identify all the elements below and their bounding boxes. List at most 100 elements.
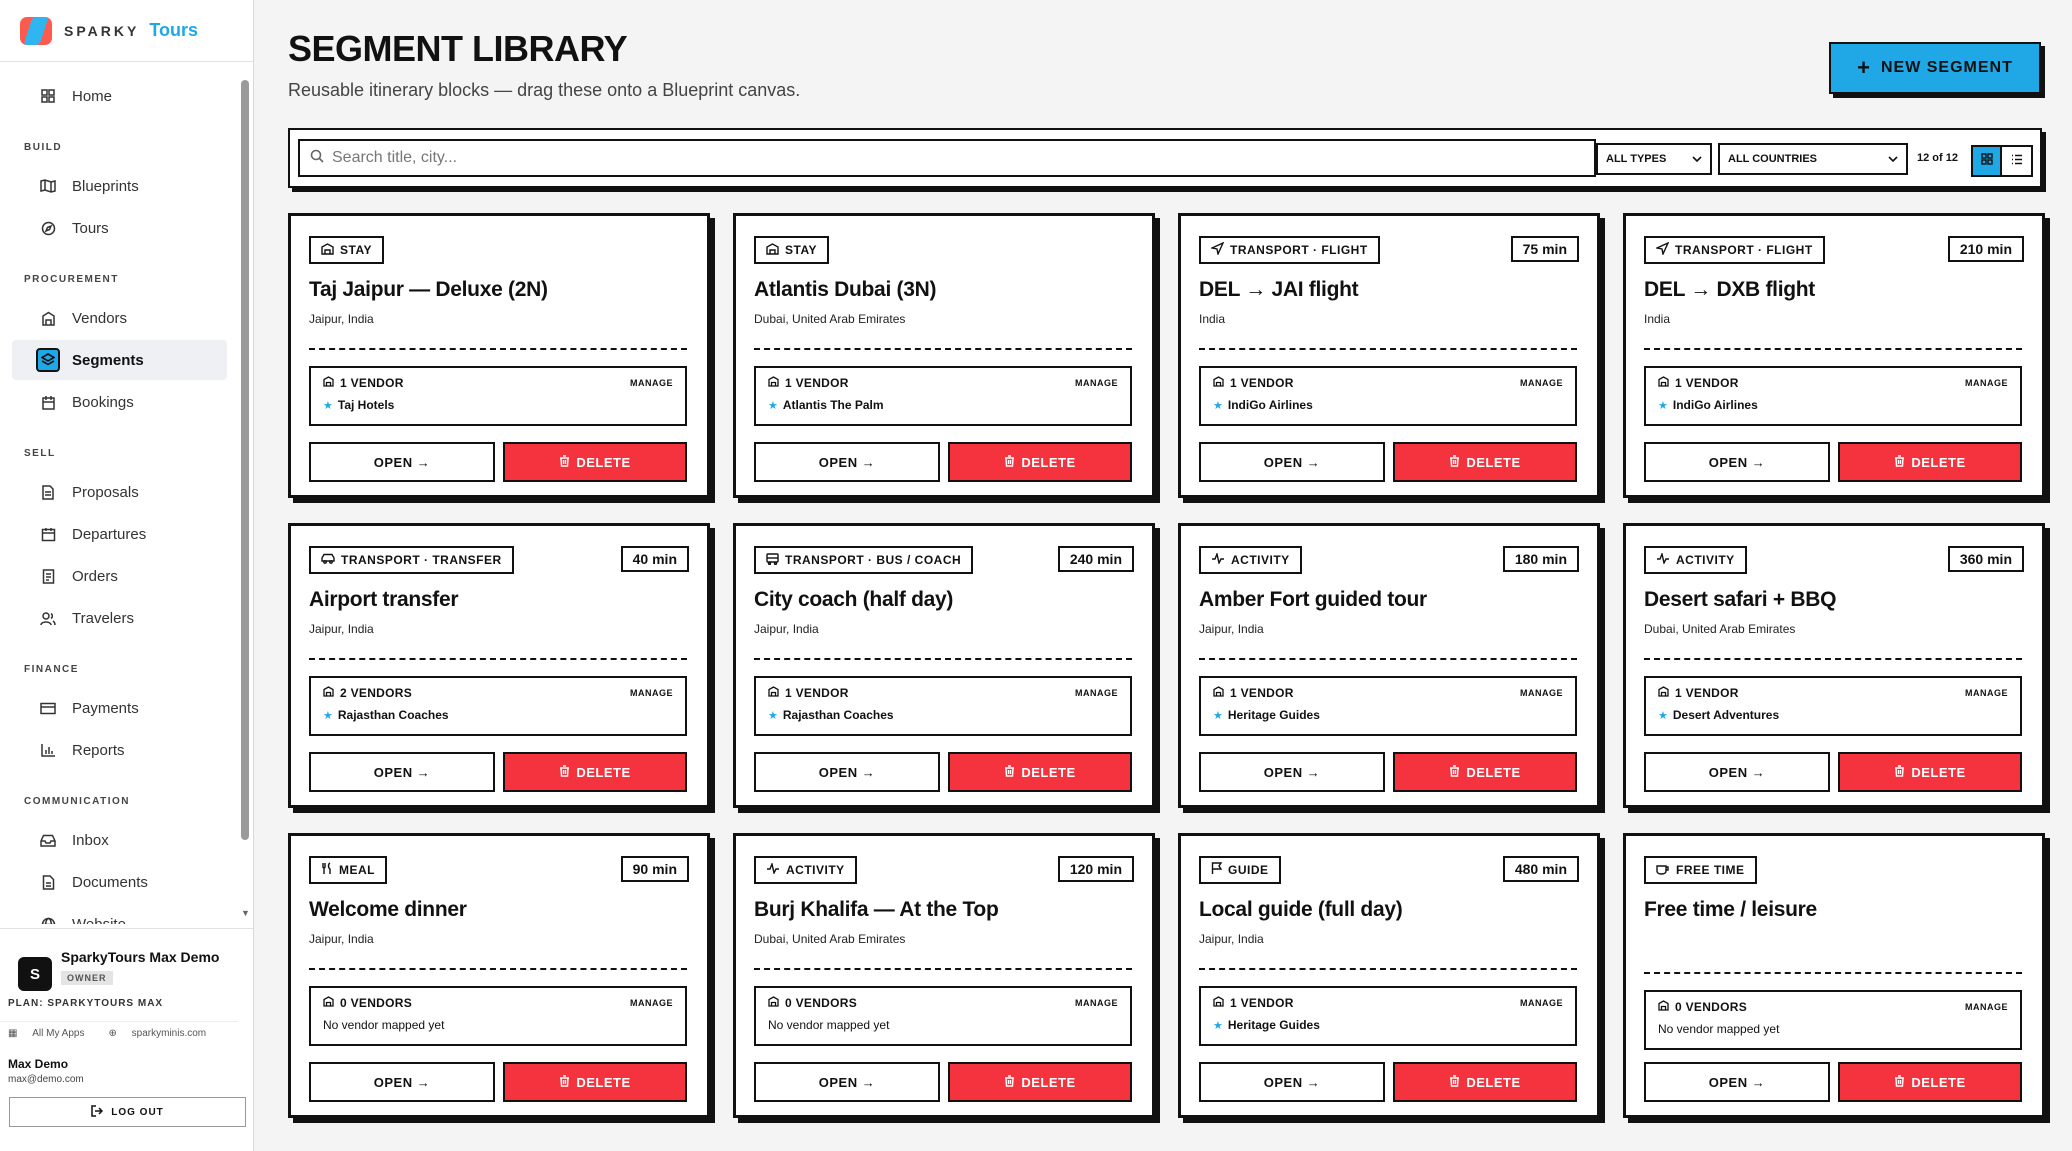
segment-card[interactable]: TRANSPORT · FLIGHT 210 min DEL → DXB fligh… bbox=[1623, 213, 2045, 498]
sidebar-item-documents[interactable]: Documents bbox=[12, 862, 227, 902]
open-button[interactable]: OPEN → bbox=[754, 442, 940, 482]
divider bbox=[1199, 658, 1577, 660]
delete-button[interactable]: DELETE bbox=[1838, 752, 2022, 792]
country-select[interactable]: ALL COUNTRIES bbox=[1718, 143, 1908, 175]
logout-icon bbox=[91, 1104, 104, 1120]
segment-card[interactable]: GUIDE 480 min Local guide (full day) Jaipur… bbox=[1178, 833, 1600, 1118]
segment-card[interactable]: ACTIVITY 360 min Desert safari + BBQ Dubai,… bbox=[1623, 523, 2045, 808]
segment-card[interactable]: STAY Atlantis Dubai (3N) Dubai, United Ara… bbox=[733, 213, 1155, 498]
segment-card[interactable]: STAY Taj Jaipur — Deluxe (2N) Jaipur, Indi… bbox=[288, 213, 710, 498]
globe-icon: ⊕ bbox=[108, 1028, 120, 1039]
open-button[interactable]: OPEN → bbox=[1644, 442, 1830, 482]
open-button[interactable]: OPEN → bbox=[309, 752, 495, 792]
open-button[interactable]: OPEN → bbox=[1644, 752, 1830, 792]
sidebar-item-website[interactable]: Website bbox=[12, 904, 227, 924]
new-segment-button[interactable]: + NEW SEGMENT bbox=[1829, 42, 2041, 94]
open-button[interactable]: OPEN → bbox=[1644, 1062, 1830, 1102]
open-button[interactable]: OPEN → bbox=[754, 752, 940, 792]
sidebar-item-bookings[interactable]: Bookings bbox=[12, 382, 227, 422]
workspace-name: SparkyTours Max Demo bbox=[61, 949, 220, 965]
grid-view-button[interactable] bbox=[1973, 147, 2002, 175]
duration-badge: 75 min bbox=[1510, 236, 1579, 262]
sidebar-scrollbar[interactable] bbox=[241, 80, 249, 840]
scroll-down-icon[interactable]: ▼ bbox=[241, 908, 250, 918]
delete-button[interactable]: DELETE bbox=[948, 752, 1132, 792]
workspace-switcher[interactable]: S SparkyTours Max Demo OWNER bbox=[0, 928, 253, 1008]
sidebar-item-payments[interactable]: Payments bbox=[12, 688, 227, 728]
manage-vendors-link[interactable]: MANAGE bbox=[1965, 1002, 2008, 1012]
open-button[interactable]: OPEN → bbox=[1199, 442, 1385, 482]
manage-vendors-link[interactable]: MANAGE bbox=[1520, 998, 1563, 1008]
delete-button[interactable]: DELETE bbox=[503, 1062, 687, 1102]
sidebar-item-blueprints[interactable]: Blueprints bbox=[12, 166, 227, 206]
manage-vendors-link[interactable]: MANAGE bbox=[1965, 378, 2008, 388]
open-button[interactable]: OPEN → bbox=[1199, 1062, 1385, 1102]
delete-button[interactable]: DELETE bbox=[948, 1062, 1132, 1102]
delete-button[interactable]: DELETE bbox=[1838, 1062, 2022, 1102]
vendor-name: Atlantis The Palm bbox=[782, 398, 884, 412]
type-select[interactable]: ALL TYPES bbox=[1596, 143, 1712, 175]
user-email: max@demo.com bbox=[8, 1074, 84, 1085]
segment-card[interactable]: ACTIVITY 120 min Burj Khalifa — At the Top… bbox=[733, 833, 1155, 1118]
open-button[interactable]: OPEN → bbox=[1199, 752, 1385, 792]
all-apps-link[interactable]: ▦ All My Apps bbox=[8, 1028, 96, 1043]
divider bbox=[1199, 968, 1577, 970]
sidebar-item-orders[interactable]: Orders bbox=[12, 556, 227, 596]
brand[interactable]: SPARKY Tours bbox=[0, 0, 253, 62]
building-icon bbox=[1658, 376, 1669, 390]
sidebar-item-home[interactable]: Home bbox=[12, 76, 227, 116]
vendor-count: 1 VENDOR bbox=[1675, 686, 1739, 700]
manage-vendors-link[interactable]: MANAGE bbox=[1075, 378, 1118, 388]
segment-card[interactable]: FREE TIME Free time / leisure 0 VENDORS MAN… bbox=[1623, 833, 2045, 1118]
manage-vendors-link[interactable]: MANAGE bbox=[1520, 378, 1563, 388]
vendor-name: No vendor mapped yet bbox=[768, 1018, 890, 1032]
delete-button[interactable]: DELETE bbox=[1393, 752, 1577, 792]
delete-button[interactable]: DELETE bbox=[1393, 1062, 1577, 1102]
list-view-button[interactable] bbox=[2002, 147, 2031, 175]
manage-vendors-link[interactable]: MANAGE bbox=[1520, 688, 1563, 698]
logout-button[interactable]: LOG OUT bbox=[9, 1097, 246, 1127]
segment-type-tag: ACTIVITY bbox=[1199, 546, 1302, 574]
search-input[interactable]: Search title, city... bbox=[298, 139, 1596, 177]
manage-vendors-link[interactable]: MANAGE bbox=[1075, 998, 1118, 1008]
delete-button[interactable]: DELETE bbox=[1393, 442, 1577, 482]
divider bbox=[754, 348, 1132, 350]
sidebar-item-proposals[interactable]: Proposals bbox=[12, 472, 227, 512]
vendor-name: Heritage Guides bbox=[1227, 1018, 1320, 1032]
inbox-icon bbox=[39, 831, 57, 849]
delete-button[interactable]: DELETE bbox=[948, 442, 1132, 482]
delete-button[interactable]: DELETE bbox=[503, 442, 687, 482]
manage-vendors-link[interactable]: MANAGE bbox=[630, 378, 673, 388]
segment-title: Atlantis Dubai (3N) bbox=[754, 278, 937, 301]
sidebar-item-tours[interactable]: Tours bbox=[12, 208, 227, 248]
manage-vendors-link[interactable]: MANAGE bbox=[630, 688, 673, 698]
sidebar-item-inbox[interactable]: Inbox bbox=[12, 820, 227, 860]
utensils-icon bbox=[321, 862, 333, 878]
segment-card[interactable]: MEAL 90 min Welcome dinner Jaipur, India 0 V… bbox=[288, 833, 710, 1118]
sidebar-item-reports[interactable]: Reports bbox=[12, 730, 227, 770]
duration-badge: 240 min bbox=[1057, 546, 1134, 572]
trash-icon bbox=[1449, 454, 1460, 470]
open-button[interactable]: OPEN → bbox=[754, 1062, 940, 1102]
vendor-box: 2 VENDORS MANAGE ★ Rajasthan Coaches bbox=[309, 676, 687, 736]
segment-card[interactable]: TRANSPORT · FLIGHT 75 min DEL → JAI flight… bbox=[1178, 213, 1600, 498]
activity-icon bbox=[1656, 551, 1670, 567]
manage-vendors-link[interactable]: MANAGE bbox=[1965, 688, 2008, 698]
segment-card[interactable]: TRANSPORT · TRANSFER 40 min Airport transf… bbox=[288, 523, 710, 808]
sidebar-item-label: Segments bbox=[72, 351, 144, 369]
vendor-box: 1 VENDOR MANAGE ★ Taj Hotels bbox=[309, 366, 687, 426]
sidebar-item-segments[interactable]: Segments bbox=[12, 340, 227, 380]
segment-card[interactable]: ACTIVITY 180 min Amber Fort guided tour Jai… bbox=[1178, 523, 1600, 808]
segment-card[interactable]: TRANSPORT · BUS / COACH 240 min City coach… bbox=[733, 523, 1155, 808]
site-link[interactable]: ⊕ sparkyminis.com bbox=[108, 1028, 218, 1043]
manage-vendors-link[interactable]: MANAGE bbox=[1075, 688, 1118, 698]
open-button[interactable]: OPEN → bbox=[309, 1062, 495, 1102]
delete-button[interactable]: DELETE bbox=[503, 752, 687, 792]
delete-button[interactable]: DELETE bbox=[1838, 442, 2022, 482]
manage-vendors-link[interactable]: MANAGE bbox=[630, 998, 673, 1008]
sidebar-item-vendors[interactable]: Vendors bbox=[12, 298, 227, 338]
divider bbox=[1644, 972, 2022, 974]
open-button[interactable]: OPEN → bbox=[309, 442, 495, 482]
sidebar-item-travelers[interactable]: Travelers bbox=[12, 598, 227, 638]
sidebar-item-departures[interactable]: Departures bbox=[12, 514, 227, 554]
